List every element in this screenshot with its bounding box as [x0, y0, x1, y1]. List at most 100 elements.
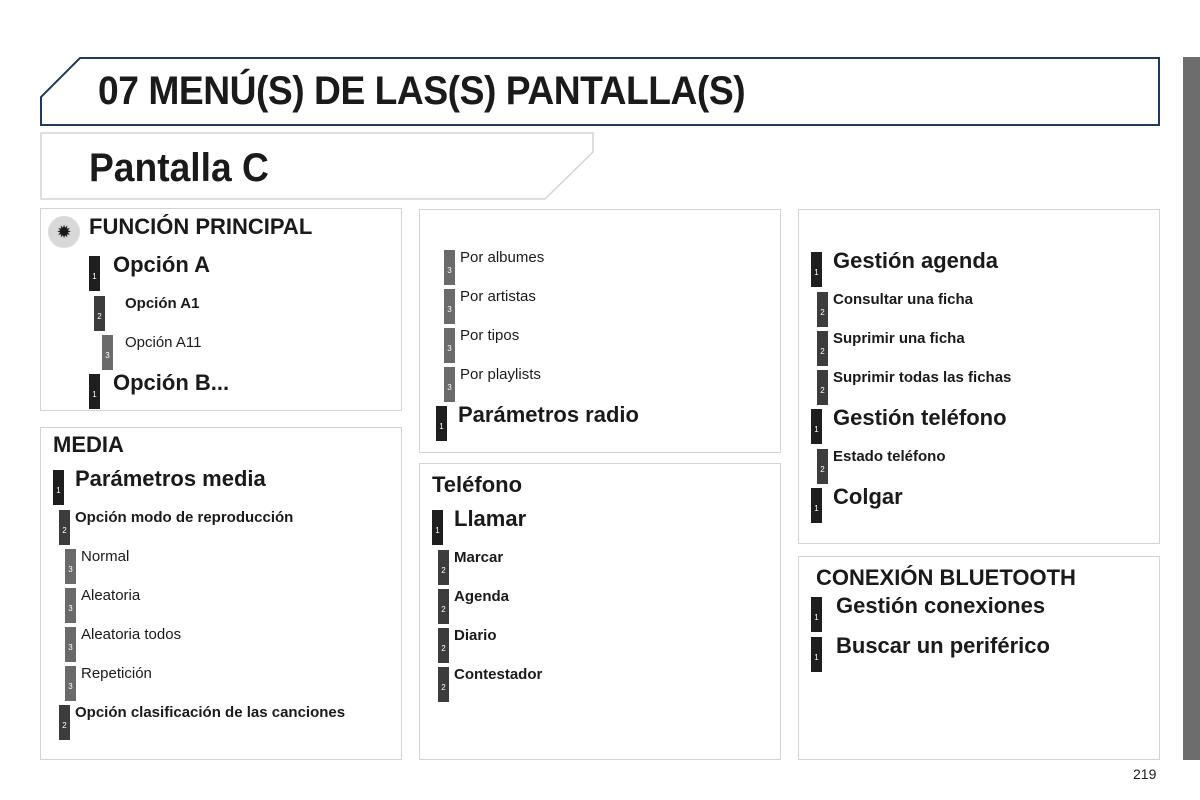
menu-item-level-3: 3 Por albumes: [420, 246, 780, 285]
panel-heading: CONEXIÓN BLUETOOTH: [816, 565, 1076, 590]
menu-item-level-1: 1 Colgar: [799, 484, 1159, 524]
level-badge: 2: [817, 292, 828, 327]
menu-item-level-2: 2 Marcar: [420, 546, 780, 585]
level-badge: 3: [65, 627, 76, 662]
menu-item-label: Gestión agenda: [833, 248, 999, 273]
panel-heading: MEDIA: [53, 432, 124, 457]
level-badge: 1: [53, 470, 64, 505]
settings-sun-icon: ✹: [48, 216, 80, 248]
menu-item-label: Aleatoria todos: [81, 626, 182, 643]
level-badge: 2: [438, 589, 449, 624]
level-badge: 3: [444, 250, 455, 285]
level-badge: 1: [89, 374, 100, 409]
menu-item-label: Opción A: [113, 252, 210, 277]
menu-item-label: Opción modo de reproducción: [75, 509, 294, 526]
level-badge: 2: [817, 370, 828, 405]
level-badge: 1: [811, 488, 822, 523]
page-number: 219: [1133, 766, 1157, 782]
menu-item-label: Llamar: [454, 506, 527, 531]
menu-item-label: Por artistas: [460, 288, 536, 305]
level-badge: 2: [59, 510, 70, 545]
level-badge: 2: [438, 667, 449, 702]
menu-item-label: Opción A1: [125, 295, 200, 312]
menu-item-label: Diario: [454, 627, 497, 644]
menu-item-label: Opción A11: [125, 334, 202, 351]
level-badge: 3: [444, 367, 455, 402]
menu-item-level-3: 3 Aleatoria: [41, 584, 401, 623]
chapter-title: 07 MENÚ(S) DE LAS(S) PANTALLA(S): [98, 69, 746, 113]
menu-item-label: Aleatoria: [81, 587, 141, 604]
level-badge: 1: [89, 256, 100, 291]
menu-item-label: Contestador: [454, 666, 543, 683]
level-badge: 2: [94, 296, 105, 331]
panel-telefono: Teléfono 1 Llamar 2 Marcar 2 Agenda 2 Diario 2 Co…: [419, 463, 781, 760]
level-badge: 3: [65, 549, 76, 584]
menu-item-level-3: 3 Por playlists: [420, 363, 780, 402]
menu-item-level-2: 2 Opción modo de reproducción: [41, 506, 401, 545]
chapter-side-tab: [1183, 57, 1200, 760]
panel-heading: FUNCIÓN PRINCIPAL: [89, 214, 313, 239]
menu-item-label: Gestión conexiones: [836, 593, 1046, 618]
menu-item-label: Marcar: [454, 549, 504, 566]
menu-item-label: Consultar una ficha: [833, 291, 974, 308]
menu-item-label: Estado teléfono: [833, 448, 946, 465]
menu-item-label: Parámetros media: [75, 466, 266, 491]
level-badge: 1: [436, 406, 447, 441]
panel-heading: Teléfono: [432, 472, 523, 497]
level-badge: 1: [811, 252, 822, 287]
menu-item-label: Por playlists: [460, 366, 541, 383]
menu-item-label: Suprimir una ficha: [833, 330, 965, 347]
level-badge: 3: [65, 588, 76, 623]
panel-media: MEDIA 1 Parámetros media 2 Opción modo de r…: [40, 427, 402, 760]
level-badge: 2: [438, 628, 449, 663]
level-badge: 1: [811, 597, 822, 632]
level-badge: 1: [811, 637, 822, 672]
menu-item-label: Repetición: [81, 665, 152, 682]
level-badge: 2: [817, 331, 828, 366]
menu-item-label: Por tipos: [460, 327, 520, 344]
panel-telefono-continued: 1 Gestión agenda 2 Consultar una ficha 2 Supr…: [798, 209, 1160, 544]
menu-item-level-3: 3 Opción A11: [41, 331, 401, 370]
menu-item-level-1: 1 Opción B...: [41, 370, 401, 410]
level-badge: 3: [444, 328, 455, 363]
level-badge: 3: [65, 666, 76, 701]
panel-conexion-bluetooth: CONEXIÓN BLUETOOTH 1 Gestión conexiones 1 B…: [798, 556, 1160, 760]
menu-item-level-2: 2 Estado teléfono: [799, 445, 1159, 484]
menu-item-level-1: 1 Llamar: [420, 506, 780, 546]
menu-item-level-3: 3 Por tipos: [420, 324, 780, 363]
menu-item-label: Colgar: [833, 484, 903, 509]
menu-item-level-1: 1 Opción A: [41, 252, 401, 292]
menu-item-level-2: 2 Agenda: [420, 585, 780, 624]
menu-item-label: Suprimir todas las fichas: [833, 369, 1012, 386]
menu-item-level-2: 2 Suprimir una ficha: [799, 327, 1159, 366]
menu-item-label: Parámetros radio: [458, 402, 639, 427]
menu-item-level-2: 2 Opción A1: [41, 292, 401, 331]
menu-item-level-2: 2 Suprimir todas las fichas: [799, 366, 1159, 405]
menu-item-level-1: 1 Gestión agenda: [799, 248, 1159, 288]
menu-item-level-2: 2 Contestador: [420, 663, 780, 702]
menu-item-level-3: 3 Por artistas: [420, 285, 780, 324]
menu-item-label: Gestión teléfono: [833, 405, 1007, 430]
menu-item-level-1: 1 Buscar un periférico: [799, 633, 1159, 673]
menu-item-level-3: 3 Repetición: [41, 662, 401, 701]
level-badge: 3: [444, 289, 455, 324]
menu-item-label: Normal: [81, 548, 130, 565]
panel-funcion-principal: ✹ FUNCIÓN PRINCIPAL 1 Opción A 2 Opción A1 3…: [40, 208, 402, 411]
section-title-bar: Pantalla C: [40, 132, 595, 200]
menu-item-label: Opción clasificación de las canciones: [75, 704, 346, 721]
chapter-title-bar: 07 MENÚ(S) DE LAS(S) PANTALLA(S): [40, 57, 1160, 126]
section-title: Pantalla C: [89, 146, 269, 190]
menu-item-level-2: 2 Opción clasificación de las canciones: [41, 701, 401, 740]
menu-item-level-2: 2 Consultar una ficha: [799, 288, 1159, 327]
menu-item-level-1: 1 Gestión teléfono: [799, 405, 1159, 445]
level-badge: 2: [817, 449, 828, 484]
menu-item-label: Opción B...: [113, 370, 230, 395]
menu-item-label: Agenda: [454, 588, 510, 605]
menu-item-level-2: 2 Diario: [420, 624, 780, 663]
level-badge: 3: [102, 335, 113, 370]
level-badge: 2: [59, 705, 70, 740]
menu-item-level-1: 1 Parámetros radio: [420, 402, 780, 442]
menu-item-level-1: 1 Gestión conexiones: [799, 593, 1159, 633]
menu-item-level-3: 3 Aleatoria todos: [41, 623, 401, 662]
level-badge: 1: [432, 510, 443, 545]
